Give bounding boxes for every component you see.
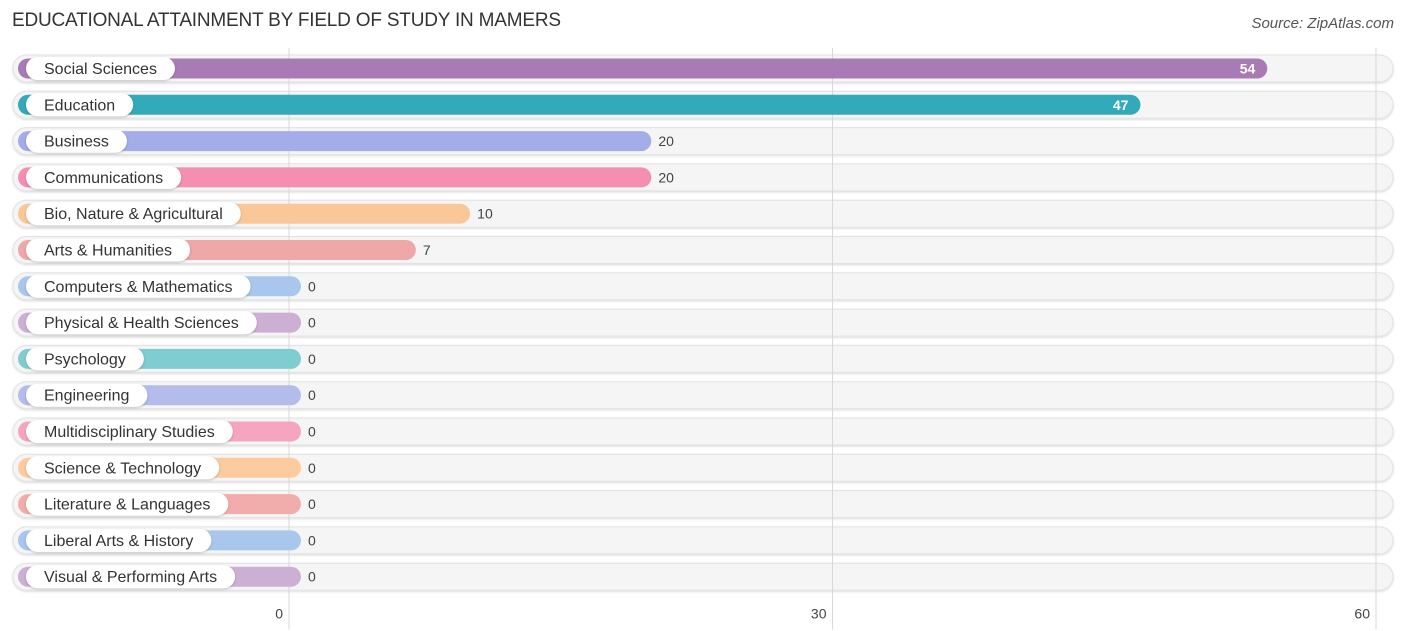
category-label: Social Sciences [44,61,157,78]
bar[interactable] [18,58,1268,79]
category-label: Psychology [44,351,126,368]
category-label: Computers & Mathematics [44,279,233,296]
category-label: Education [44,97,115,114]
category-label: Communications [44,170,163,187]
value-label: 0 [308,351,316,367]
value-label: 47 [1113,97,1129,113]
bar-row: Engineering 0 [18,383,316,407]
category-label: Bio, Nature & Agricultural [44,206,223,223]
x-tick-label: 30 [811,606,827,622]
category-label: Literature & Languages [44,497,210,514]
bar-chart: Social Sciences 54Education 47Business 20Co… [12,48,1394,630]
category-label: Arts & Humanities [44,243,172,260]
x-tick-label: 60 [1354,606,1370,622]
x-tick-label: 0 [275,606,283,622]
value-label: 20 [658,133,674,149]
bar-row: Visual & Performing Arts 0 [18,565,316,589]
value-label: 0 [308,460,316,476]
category-label: Business [44,134,109,151]
bar-row: Social Sciences 54 [18,57,1268,80]
category-label: Science & Technology [44,460,201,477]
value-label: 0 [308,424,316,440]
bar-row: Education 47 [18,93,1141,117]
bar-row: Science & Technology 0 [18,456,316,480]
value-label: 0 [308,278,316,294]
value-label: 0 [308,569,316,585]
category-label: Physical & Health Sciences [44,315,239,332]
bar-row: Physical & Health Sciences 0 [18,311,316,335]
category-label: Multidisciplinary Studies [44,424,215,441]
value-label: 0 [308,496,316,512]
value-label: 0 [308,315,316,331]
bar-row: Bio, Nature & Agricultural 10 [18,202,493,226]
value-label: 54 [1240,61,1256,77]
category-label: Liberal Arts & History [44,533,193,550]
value-label: 10 [477,206,493,222]
bar[interactable] [18,94,1141,115]
bar-row: Computers & Mathematics 0 [18,274,316,298]
bar-row: Psychology 0 [18,347,316,371]
category-label: Visual & Performing Arts [44,569,217,586]
bar-row: Communications 20 [18,165,674,189]
value-label: 0 [308,387,316,403]
bar-row: Liberal Arts & History 0 [18,528,316,552]
value-label: 20 [658,169,674,185]
category-label: Engineering [44,388,129,405]
bar-row: Business 20 [18,129,674,153]
value-label: 0 [308,532,316,548]
bar-row: Literature & Languages 0 [18,492,316,516]
bar-row: Multidisciplinary Studies 0 [18,420,316,443]
bar-row: Arts & Humanities 7 [18,238,431,262]
value-label: 7 [423,242,431,258]
